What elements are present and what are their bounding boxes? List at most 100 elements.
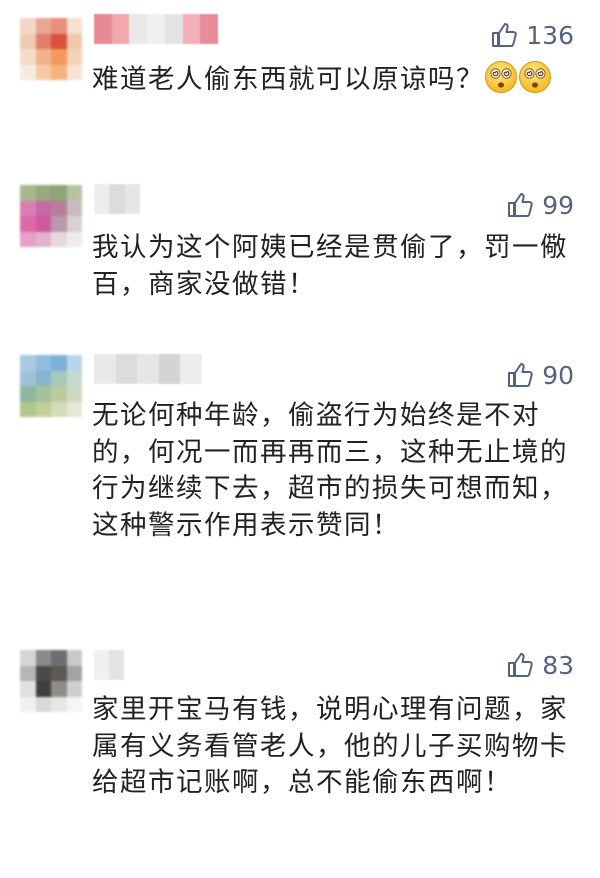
thumbs-up-icon <box>490 21 518 49</box>
like-count: 83 <box>542 650 574 680</box>
like-button[interactable]: 90 <box>506 358 574 392</box>
avatar-pixel <box>66 355 82 371</box>
avatar-pixel <box>66 33 82 49</box>
username-pixel <box>109 184 125 214</box>
username-pixel <box>158 354 181 384</box>
avatar-pixel <box>20 696 36 712</box>
avatar-pixel <box>20 185 36 201</box>
dizzy-face-emoji-icon <box>484 60 518 94</box>
avatar-pixel <box>51 64 67 80</box>
avatar-pixel <box>20 216 36 232</box>
avatar-pixel <box>66 665 82 681</box>
avatar-pixel <box>35 650 51 666</box>
avatar-pixel <box>51 386 67 402</box>
like-button[interactable]: 83 <box>506 648 574 682</box>
username-pixel <box>94 184 110 214</box>
avatar-pixel <box>66 650 82 666</box>
avatar-pixel <box>66 64 82 80</box>
username-pixel <box>94 354 116 384</box>
avatar-pixel <box>20 386 36 402</box>
avatar-pixel <box>35 216 51 232</box>
avatar-pixel <box>35 18 51 34</box>
avatar-pixel <box>20 665 36 681</box>
avatar-pixel <box>35 64 51 80</box>
username-pixel <box>164 14 183 44</box>
avatar-pixel <box>35 681 51 697</box>
avatar-pixel <box>66 370 82 386</box>
username-pixel <box>124 184 140 214</box>
avatar-pixel <box>20 200 36 216</box>
like-button[interactable]: 136 <box>490 18 574 52</box>
avatar-pixel <box>35 355 51 371</box>
avatar-pixel <box>20 64 36 80</box>
username-pixel <box>111 14 130 44</box>
dizzy-face-emoji-icon <box>518 60 552 94</box>
avatar-pixel <box>66 681 82 697</box>
username-pixel <box>94 650 109 680</box>
thumbs-up-icon <box>506 651 534 679</box>
avatar[interactable] <box>20 185 82 247</box>
avatar-pixel <box>35 696 51 712</box>
comment-text: 我认为这个阿姨已经是贯偷了，罚一儆百，商家没做错！ <box>92 232 568 300</box>
avatar-pixel <box>20 49 36 65</box>
avatar-pixel <box>35 386 51 402</box>
avatar-pixel <box>51 370 67 386</box>
avatar-pixel <box>51 355 67 371</box>
username-blurred[interactable] <box>94 354 202 384</box>
avatar-pixel <box>66 49 82 65</box>
avatar[interactable] <box>20 355 82 417</box>
username-pixel <box>109 650 124 680</box>
avatar-pixel <box>66 231 82 247</box>
username-pixel <box>115 354 138 384</box>
avatar-pixel <box>51 681 67 697</box>
avatar-pixel <box>20 681 36 697</box>
username-blurred[interactable] <box>94 184 140 214</box>
avatar-pixel <box>66 216 82 232</box>
avatar-pixel <box>35 370 51 386</box>
username-pixel <box>94 14 112 44</box>
avatar-pixel <box>51 200 67 216</box>
avatar-pixel <box>35 665 51 681</box>
like-count: 99 <box>542 190 574 220</box>
avatar-pixel <box>20 370 36 386</box>
avatar-pixel <box>66 401 82 417</box>
avatar-pixel <box>66 386 82 402</box>
username-blurred[interactable] <box>94 650 124 680</box>
like-count: 136 <box>526 20 574 50</box>
avatar-pixel <box>35 185 51 201</box>
avatar-pixel <box>66 200 82 216</box>
avatar-pixel <box>66 18 82 34</box>
username-blurred[interactable] <box>94 14 218 44</box>
avatar-pixel <box>51 650 67 666</box>
avatar-pixel <box>35 33 51 49</box>
avatar-pixel <box>20 355 36 371</box>
avatar-pixel <box>35 200 51 216</box>
username-pixel <box>182 14 201 44</box>
avatar-pixel <box>20 18 36 34</box>
like-button[interactable]: 99 <box>506 188 574 222</box>
avatar-pixel <box>51 665 67 681</box>
comment-text: 无论何种年龄，偷盗行为始终是不对的，何况一而再再而三，这种无止境的行为继续下去，… <box>92 400 568 541</box>
thumbs-up-icon <box>506 361 534 389</box>
comment-text: 难道老人偷东西就可以原谅吗？ <box>92 60 572 99</box>
username-pixel <box>200 14 218 44</box>
avatar-pixel <box>35 49 51 65</box>
avatar-pixel <box>35 231 51 247</box>
avatar-pixel <box>66 696 82 712</box>
username-pixel <box>137 354 159 384</box>
avatar-pixel <box>51 216 67 232</box>
avatar-pixel <box>51 185 67 201</box>
comment-text: 家里开宝马有钱，说明心理有问题，家属有义务看管老人，他的儿子买购物卡给超市记账啊… <box>92 694 568 798</box>
avatar[interactable] <box>20 650 82 712</box>
avatar-pixel <box>51 33 67 49</box>
avatar-pixel <box>51 696 67 712</box>
username-pixel <box>147 14 165 44</box>
avatar-pixel <box>51 231 67 247</box>
avatar-pixel <box>20 33 36 49</box>
avatar-pixel <box>51 18 67 34</box>
avatar-pixel <box>66 185 82 201</box>
avatar-pixel <box>35 401 51 417</box>
avatar[interactable] <box>20 18 82 80</box>
username-pixel <box>129 14 148 44</box>
avatar-pixel <box>51 401 67 417</box>
